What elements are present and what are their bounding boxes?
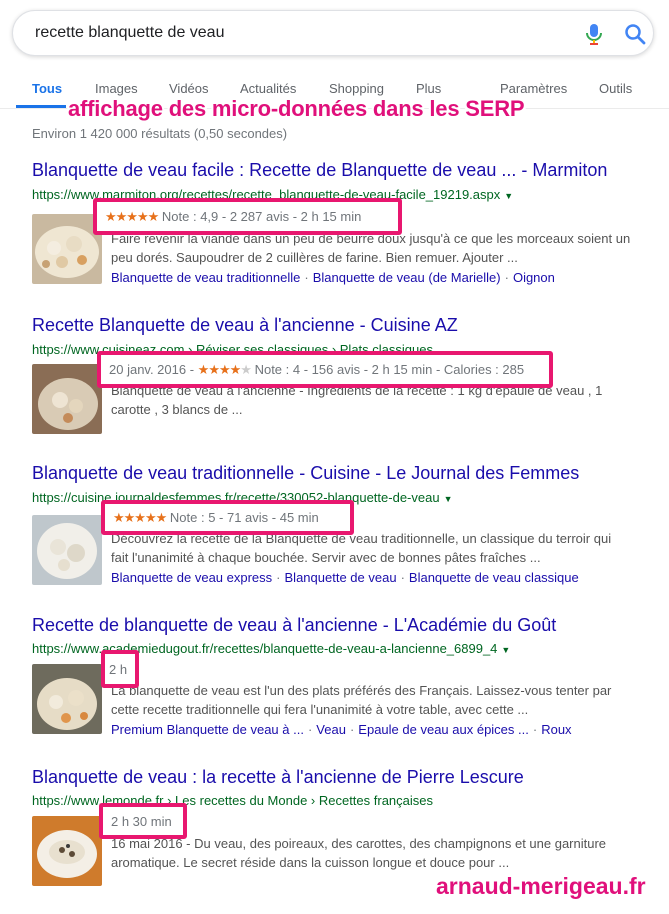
separator: · [349,722,355,737]
sitelink[interactable]: Premium Blanquette de veau à ... [111,722,304,737]
result-snippet: La blanquette de veau est l'un des plats… [111,683,612,717]
tab-images[interactable]: Images [95,81,138,96]
sitelink[interactable]: Blanquette de veau express [111,570,272,585]
sitelink[interactable]: Blanquette de veau traditionnelle [111,270,300,285]
separator: · [532,722,538,737]
microdata-highlight-box: 20 janv. 2016 - ★★★★★ Note : 4 - 156 avi… [97,351,553,388]
search-bar[interactable]: recette blanquette de veau [12,10,654,56]
tab-shopping[interactable]: Shopping [329,81,384,96]
result-stats: Environ 1 420 000 résultats (0,50 second… [32,126,288,141]
sitelink[interactable]: Roux [541,722,571,737]
result-title[interactable]: Recette Blanquette de veau à l'ancienne … [32,315,458,336]
rich-snippet: ★★★★★ Note : 4,9 - 2 287 avis - 2 h 15 m… [105,209,361,225]
search-icon[interactable] [623,22,647,46]
separator: · [307,722,313,737]
rating-stars-icon: ★★★★★ [197,361,252,377]
result-title[interactable]: Blanquette de veau traditionnelle - Cuis… [32,463,579,484]
result-date: 20 janv. 2016 - [109,361,195,377]
dropdown-arrow-icon[interactable]: ▼ [501,645,510,655]
sitelink[interactable]: Oignon [513,270,555,285]
result-thumbnail[interactable] [32,664,102,734]
rich-snippet: 2 h 30 min [111,813,172,829]
microdata-highlight-box: ★★★★★ Note : 5 - 71 avis - 45 min [101,500,354,535]
tab-all[interactable]: Tous [32,81,62,96]
dropdown-arrow-icon[interactable]: ▼ [504,191,513,201]
result-url-text[interactable]: https://www.lemonde.fr › Les recettes du… [32,793,433,808]
rating-text: Note : 4 - 156 avis - 2 h 15 min - Calor… [254,361,525,377]
rich-snippet: ★★★★★ Note : 5 - 71 avis - 45 min [113,510,319,526]
rating-text: Note : 4,9 - 2 287 avis - 2 h 15 min [161,208,362,224]
microdata-highlight-box: ★★★★★ Note : 4,9 - 2 287 avis - 2 h 15 m… [93,198,402,235]
result-title[interactable]: Recette de blanquette de veau à l'ancien… [32,615,556,636]
result-title[interactable]: Blanquette de veau facile : Recette de B… [32,160,607,181]
rating-stars-icon: ★★★★★ [113,509,167,525]
result-thumbnail[interactable] [32,515,102,585]
search-input[interactable]: recette blanquette de veau [35,24,224,42]
result-title[interactable]: Blanquette de veau : la recette à l'anci… [32,767,524,788]
result-sitelinks: Blanquette de veau traditionnelle · Blanqu… [111,270,555,285]
sitelink[interactable]: Blanquette de veau classique [409,570,579,585]
watermark: arnaud-merigeau.fr [436,873,646,899]
result-sitelinks: Premium Blanquette de veau à ... · Veau · Ep… [111,722,572,737]
rating-stars-icon: ★★★★★ [105,208,159,224]
tab-news[interactable]: Actualités [240,81,296,96]
sitelink[interactable]: Veau [316,722,346,737]
result-url[interactable]: https://www.lemonde.fr › Les recettes du… [32,793,433,808]
result-thumbnail[interactable] [32,364,102,434]
microphone-icon[interactable] [583,22,605,46]
tab-more[interactable]: Plus [416,81,441,96]
overlay-annotation-title: affichage des micro-données dans les SER… [68,96,525,121]
dropdown-arrow-icon[interactable]: ▼ [444,494,453,504]
tab-videos[interactable]: Vidéos [169,81,209,96]
rating-text: Note : 5 - 71 avis - 45 min [169,509,319,525]
separator: · [304,270,309,285]
sitelink[interactable]: Blanquette de veau [285,570,397,585]
separator: · [276,570,281,585]
rich-snippet: 2 h [109,661,128,677]
separator: · [504,270,509,285]
result-sitelinks: Blanquette de veau express · Blanquette de… [111,570,579,585]
separator: · [400,570,405,585]
result-thumbnail[interactable] [32,214,102,284]
microdata-highlight-box: 2 h 30 min [99,803,187,839]
tab-settings[interactable]: Paramètres [500,81,567,96]
microdata-highlight-box: 2 h [101,650,139,688]
result-snippet: 16 mai 2016 - Du veau, des poireaux, des… [111,836,607,870]
result-thumbnail[interactable] [32,816,102,886]
rich-snippet: 20 janv. 2016 - ★★★★★ Note : 4 - 156 avi… [109,362,524,378]
sitelink[interactable]: Epaule de veau aux épices ... [358,722,529,737]
sitelink[interactable]: Blanquette de veau (de Marielle) [313,270,501,285]
tab-tools[interactable]: Outils [599,81,632,96]
